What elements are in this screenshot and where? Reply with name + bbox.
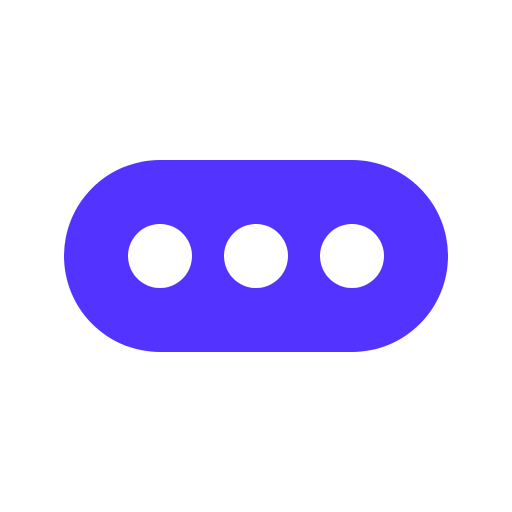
dot-1 (128, 224, 192, 288)
icon-canvas (0, 0, 512, 512)
more-horizontal-icon (64, 160, 448, 352)
dot-2 (224, 224, 288, 288)
dot-3 (320, 224, 384, 288)
